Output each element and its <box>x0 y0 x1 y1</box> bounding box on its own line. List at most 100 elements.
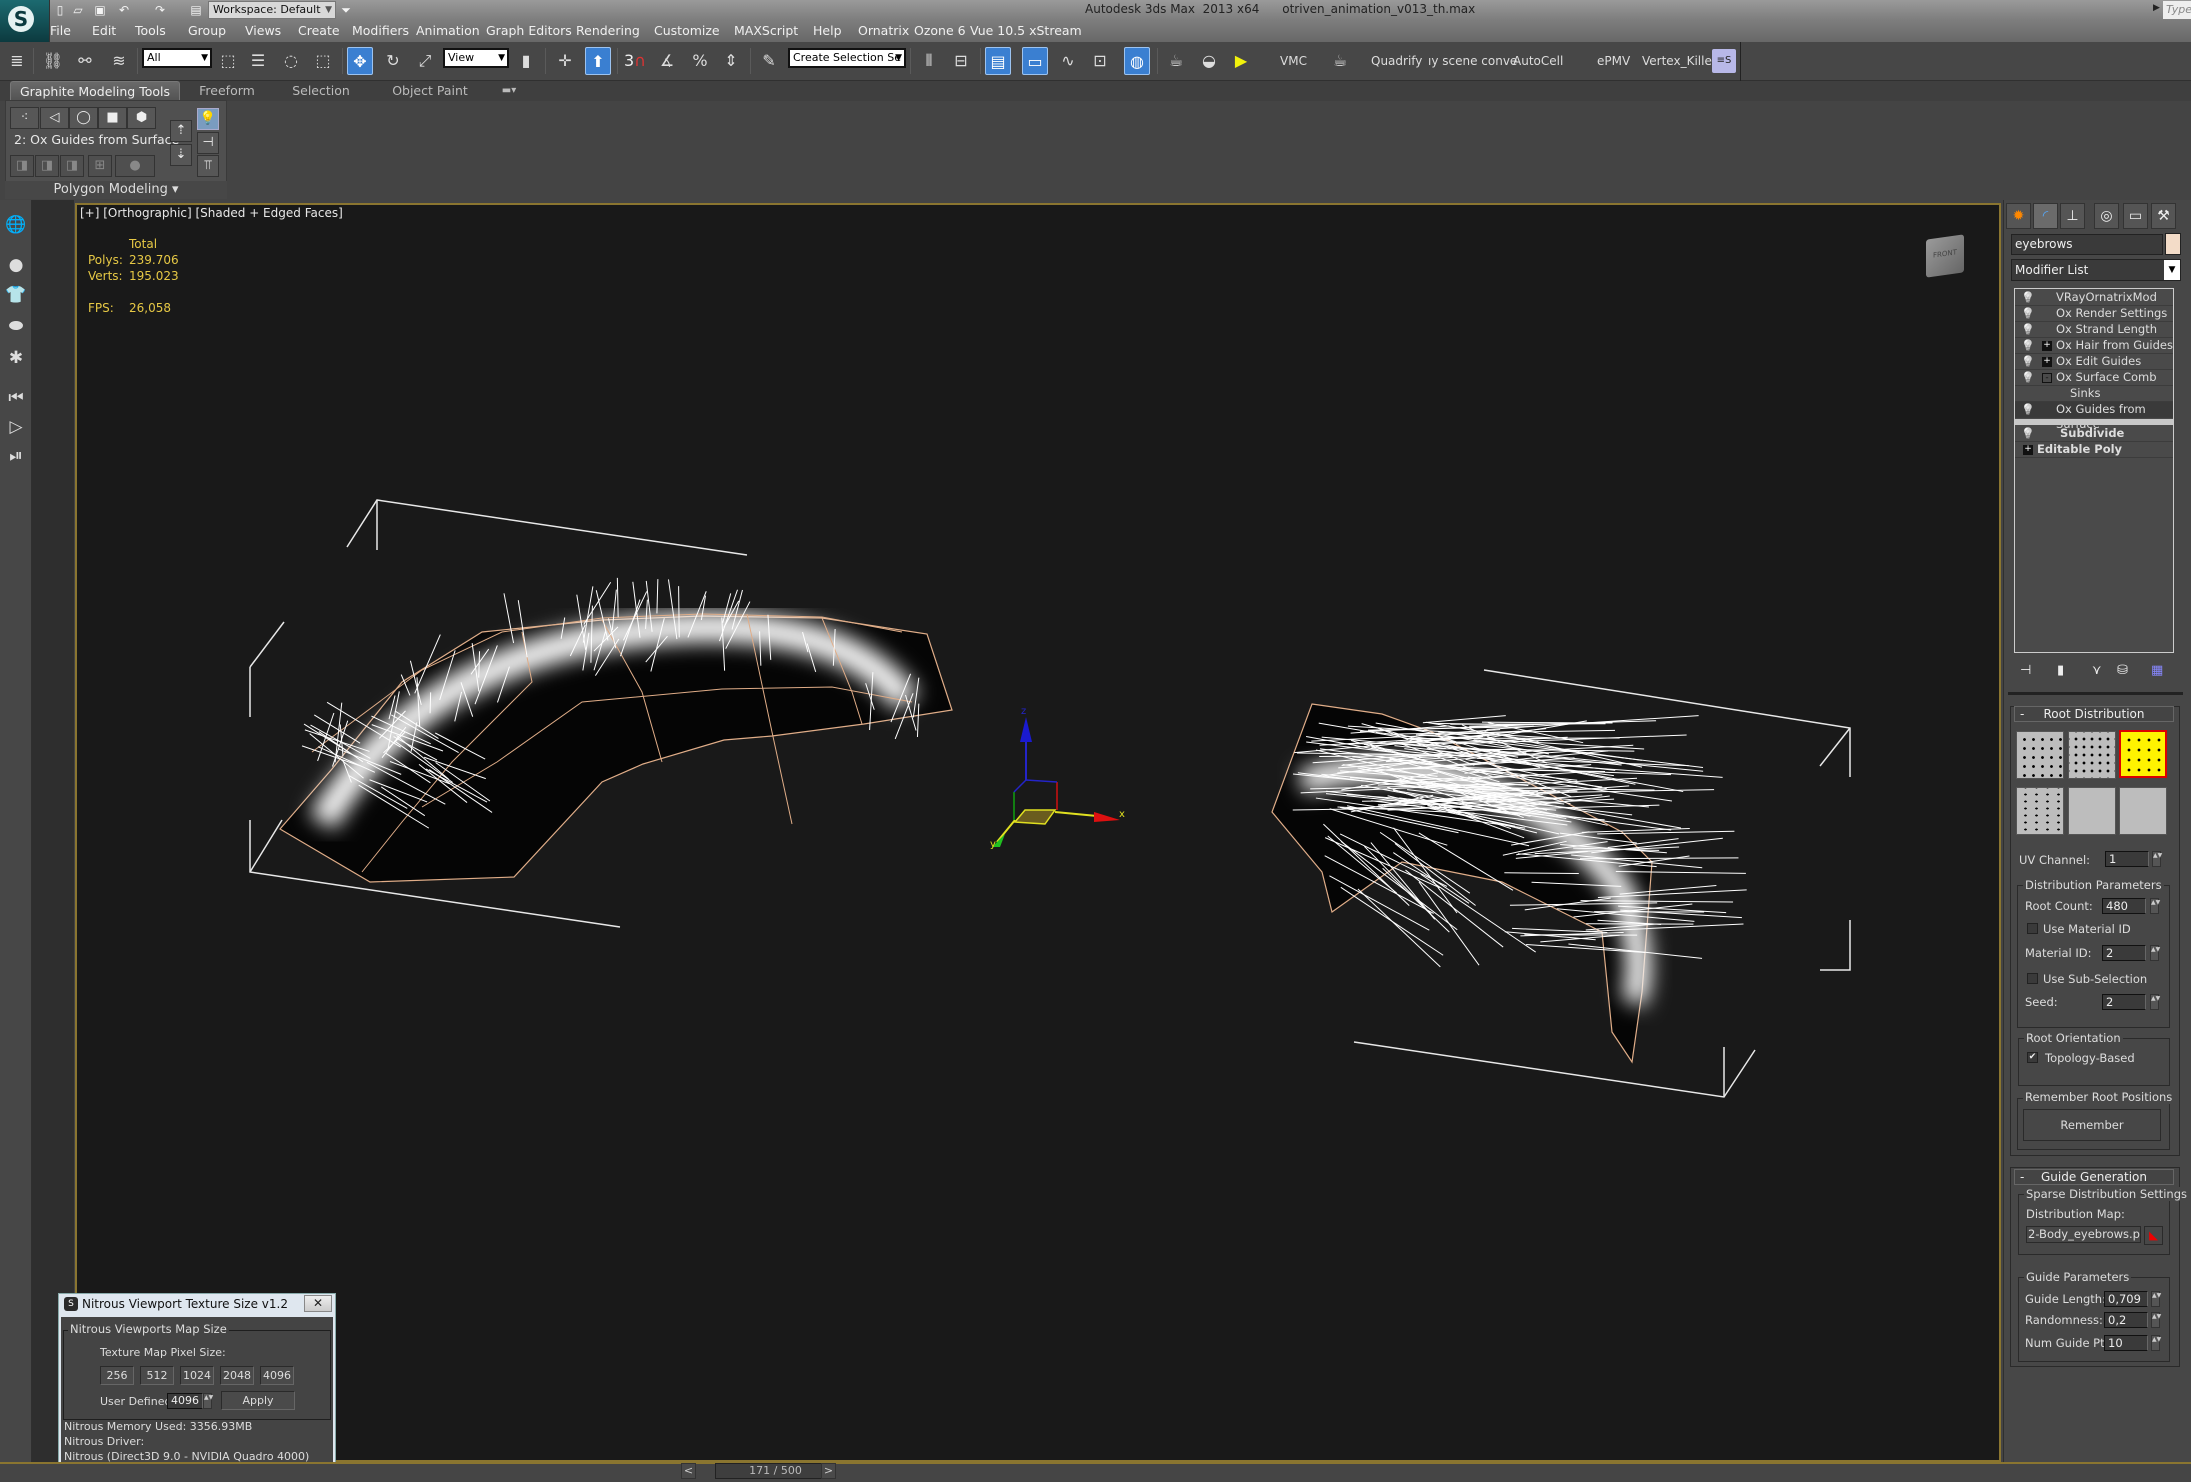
material-id-input[interactable]: 2 <box>2102 945 2146 961</box>
select-by-name-icon[interactable]: ☰ <box>245 47 271 75</box>
layer-manager-icon[interactable]: ≣ <box>4 47 30 75</box>
manipulate-icon[interactable]: ✛ <box>552 47 578 75</box>
new-file-icon[interactable]: ▯ <box>52 2 68 18</box>
tab-object-paint[interactable]: Object Paint <box>380 81 480 101</box>
infocenter-search-input[interactable]: Type <box>2163 1 2191 19</box>
layer-explorer-icon[interactable]: ▭ <box>1022 47 1048 75</box>
topology-based-checkbox[interactable]: ✔ <box>2027 1052 2038 1063</box>
menu-file[interactable]: File <box>50 23 71 39</box>
user-defined-spinner[interactable]: ▲▼ <box>203 1393 213 1409</box>
soft-selection-icon[interactable]: ● <box>115 155 155 177</box>
object-name-input[interactable]: eyebrows <box>2011 234 2163 255</box>
make-unique-icon[interactable]: ⋎ <box>2092 663 2102 678</box>
menu-customize[interactable]: Customize <box>654 23 720 39</box>
uv-channel-input[interactable]: 1 <box>2105 851 2149 867</box>
select-and-scale-icon[interactable]: ⤢ <box>412 47 438 75</box>
viewport-label-menu[interactable]: [+] [Orthographic] [Shaded + Edged Faces… <box>80 206 343 220</box>
material-editor-icon[interactable]: ◍ <box>1124 47 1150 75</box>
randomness-spinner[interactable]: ▲▼ <box>2151 1312 2161 1328</box>
close-icon[interactable]: ✕ <box>304 1295 332 1312</box>
collapse-icon[interactable]: - <box>2042 373 2052 383</box>
preserve-uvs-icon[interactable]: ◨ <box>10 155 34 177</box>
size-2048-button[interactable]: 2048 <box>220 1366 254 1385</box>
distribution-map-button[interactable]: 2-Body_eyebrows.png) <box>2026 1226 2141 1243</box>
scene-explorer-icon[interactable]: ▤ <box>985 47 1011 75</box>
user-defined-input[interactable]: 4096 <box>167 1393 203 1409</box>
time-slider[interactable]: 171 / 500 <box>715 1463 836 1479</box>
pivot-point-center-icon[interactable]: ▮ <box>513 47 539 75</box>
root-distribution-header[interactable]: - Root Distribution <box>2014 706 2174 722</box>
remove-modifier-icon[interactable]: ⛁ <box>2117 663 2128 678</box>
collapse-stack-icon[interactable]: ⫪ <box>197 155 219 177</box>
menu-group[interactable]: Group <box>188 23 226 39</box>
modifier-stack-item[interactable]: 💡 Ox Strand Length <box>2015 322 2173 338</box>
tab-graphite-modeling-tools[interactable]: Graphite Modeling Tools <box>10 81 180 101</box>
menu-rendering[interactable]: Rendering <box>576 23 640 39</box>
step-forward-icon[interactable]: ⏯ <box>3 443 29 469</box>
ignore-backfacing-icon[interactable]: ◨ <box>35 155 59 177</box>
distribution-uniform-button[interactable] <box>2016 731 2064 779</box>
show-cage-icon[interactable]: ⊞ <box>88 155 112 177</box>
show-end-result-icon[interactable]: 💡 <box>197 108 219 130</box>
show-end-result-icon[interactable]: ▮ <box>2057 663 2064 678</box>
modifier-stack-item[interactable]: 💡Ox Guides from Surface <box>2015 402 2173 431</box>
modifier-toggle-icon[interactable]: 💡 <box>2021 402 2035 417</box>
select-object-icon[interactable]: ⬚ <box>215 47 241 75</box>
ribbon-options-icon[interactable]: ▬▾ <box>494 81 524 101</box>
randomness-input[interactable]: 0,2 <box>2104 1312 2148 1328</box>
modifier-stack-item[interactable]: Sinks <box>2015 386 2173 402</box>
root-count-input[interactable]: 480 <box>2102 898 2146 914</box>
distribution-random-area-button[interactable] <box>2119 730 2167 778</box>
modifier-toggle-icon[interactable]: 💡 <box>2021 338 2035 353</box>
tab-selection[interactable]: Selection <box>286 81 356 101</box>
expand-icon[interactable]: + <box>2042 357 2052 367</box>
polygon-modeling-dropdown[interactable]: Polygon Modeling ▾ <box>5 181 227 199</box>
goto-start-icon[interactable]: ⏮ <box>3 385 29 411</box>
info-center-arrow-icon[interactable]: ▶ <box>2153 3 2160 13</box>
edit-named-selection-icon[interactable]: ✎ <box>756 47 782 75</box>
paint-brush-icon[interactable]: ◣ <box>2144 1226 2163 1245</box>
hierarchy-tab-icon[interactable]: ⊥ <box>2060 203 2085 229</box>
seed-input[interactable]: 2 <box>2102 994 2146 1010</box>
use-material-id-checkbox[interactable] <box>2027 923 2038 934</box>
play-icon[interactable]: ▷ <box>3 414 29 440</box>
select-and-link-icon[interactable]: ⛓ <box>40 47 66 75</box>
element-mode-icon[interactable]: ⬢ <box>127 107 156 129</box>
modifier-toggle-icon[interactable]: 💡 <box>2021 306 2035 321</box>
rendered-frame-window-icon[interactable]: ◒ <box>1196 47 1222 75</box>
reference-coordinate-dropdown[interactable]: View ▼ <box>443 48 509 68</box>
menu-graph-editors[interactable]: Graph Editors <box>486 23 572 39</box>
uv-channel-spinner[interactable]: ▲▼ <box>2152 851 2162 867</box>
use-sub-selection-checkbox[interactable] <box>2027 973 2038 984</box>
script-epmv-button[interactable]: ePMV <box>1597 54 1630 68</box>
modifier-stack-item[interactable]: + Editable Poly <box>2015 442 2173 458</box>
modifier-toggle-icon[interactable]: 💡 <box>2021 354 2035 369</box>
unlink-selection-icon[interactable]: ⚯ <box>72 47 98 75</box>
num-guide-pts-spinner[interactable]: ▲▼ <box>2151 1335 2161 1351</box>
guide-length-spinner[interactable]: ▲▼ <box>2151 1291 2161 1307</box>
guide-generation-header[interactable]: - Guide Generation <box>2014 1169 2174 1185</box>
selection-region-icon[interactable]: ◌ <box>278 47 304 75</box>
configure-modifier-sets-icon[interactable]: ▦ <box>2151 663 2163 678</box>
render-production-icon[interactable]: ▶ <box>1228 47 1254 75</box>
apply-button[interactable]: Apply <box>221 1391 295 1410</box>
teapot-script-icon[interactable]: ☕ <box>1327 47 1353 75</box>
save-file-icon[interactable]: ▣ <box>92 2 108 18</box>
application-button[interactable]: S <box>0 0 50 42</box>
modifier-stack-item[interactable]: 💡 Ox Render Settings <box>2015 306 2173 322</box>
expand-icon[interactable]: + <box>2042 341 2052 351</box>
previous-frame-button[interactable]: < <box>681 1463 696 1479</box>
named-selection-sets-dropdown[interactable]: Create Selection Se ▼ <box>788 48 906 68</box>
size-512-button[interactable]: 512 <box>140 1366 174 1385</box>
menu-create[interactable]: Create <box>298 23 340 39</box>
modify-tab-icon[interactable]: ◜ <box>2033 203 2058 229</box>
material-id-spinner[interactable]: ▲▼ <box>2150 945 2160 961</box>
snaps-toggle-icon[interactable]: 3∩ <box>622 47 648 75</box>
workspace-dropdown[interactable]: Workspace: Default ▼ <box>208 1 336 19</box>
percent-snap-icon[interactable]: % <box>687 47 713 75</box>
border-mode-icon[interactable]: ◯ <box>69 107 98 129</box>
display-tab-icon[interactable]: ▭ <box>2123 203 2148 229</box>
script-scene-converter-button[interactable]: ıy scene conve <box>1428 54 1517 68</box>
expand-icon[interactable]: + <box>2023 445 2033 455</box>
distribution-random-face-button[interactable] <box>2068 731 2116 779</box>
